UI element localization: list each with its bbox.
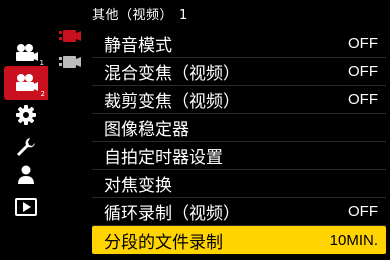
menu-item-label: 混合变焦（视频） (104, 64, 240, 84)
playback-icon (15, 198, 37, 216)
sidebar-item-sub-label: 2 (40, 90, 45, 98)
menu-item-label: 循环录制（视频） (104, 204, 240, 224)
subtab-video-1[interactable] (58, 26, 82, 48)
sidebar-item-video-settings[interactable]: 2 (4, 66, 48, 100)
video-tab-1-icon (59, 30, 81, 42)
menu-item-self-timer[interactable]: 自拍定时器设置 (92, 142, 386, 170)
menu-item-segmented-file-recording[interactable]: 分段的文件录制 10MIN. (92, 226, 386, 254)
menu-item-crop-zoom[interactable]: 裁剪变焦（视频） OFF (92, 86, 386, 114)
menu-item-hybrid-zoom[interactable]: 混合变焦（视频） OFF (92, 58, 386, 86)
menu-item-label: 图像稳定器 (104, 120, 189, 140)
person-icon (18, 165, 34, 184)
menu-item-value: 10MIN. (329, 231, 378, 249)
menu-item-label: 对焦变换 (104, 176, 172, 196)
menu-item-image-stabilizer[interactable]: 图像稳定器 (92, 114, 386, 142)
camera-settings-icon (16, 44, 38, 61)
menu-item-value: OFF (348, 35, 378, 52)
page-title: 其他（视频） 1 (92, 4, 188, 23)
menu-item-label: 分段的文件录制 (104, 232, 223, 253)
gear-icon (16, 105, 36, 125)
sidebar-item-playback[interactable] (6, 192, 46, 222)
menu-item-label: 裁剪变焦（视频） (104, 92, 240, 112)
wrench-icon (17, 138, 35, 156)
subtab-bar (52, 0, 88, 260)
sidebar-item-camera-settings[interactable]: 1 (6, 38, 46, 68)
menu-item-label: 自拍定时器设置 (104, 148, 223, 168)
sidebar-item-setup[interactable] (6, 132, 46, 162)
menu-item-value: OFF (348, 91, 378, 108)
sidebar: 1 2 (0, 0, 50, 260)
menu-item-value: OFF (348, 203, 378, 220)
menu-item-focus-transition[interactable]: 对焦变换 (92, 170, 386, 198)
video-settings-icon (16, 74, 38, 91)
menu-item-value: OFF (348, 63, 378, 80)
sidebar-item-custom[interactable] (6, 100, 46, 130)
menu-item-label: 静音模式 (104, 36, 172, 56)
page-title-text: 其他（视频） (92, 8, 174, 23)
menu-item-silent-mode[interactable]: 静音模式 OFF (92, 30, 386, 58)
video-tab-2-icon (59, 56, 81, 68)
page-number: 1 (179, 8, 188, 23)
menu-item-loop-recording[interactable]: 循环录制（视频） OFF (92, 198, 386, 226)
sidebar-item-my-menu[interactable] (6, 160, 46, 190)
subtab-video-2[interactable] (58, 52, 82, 74)
